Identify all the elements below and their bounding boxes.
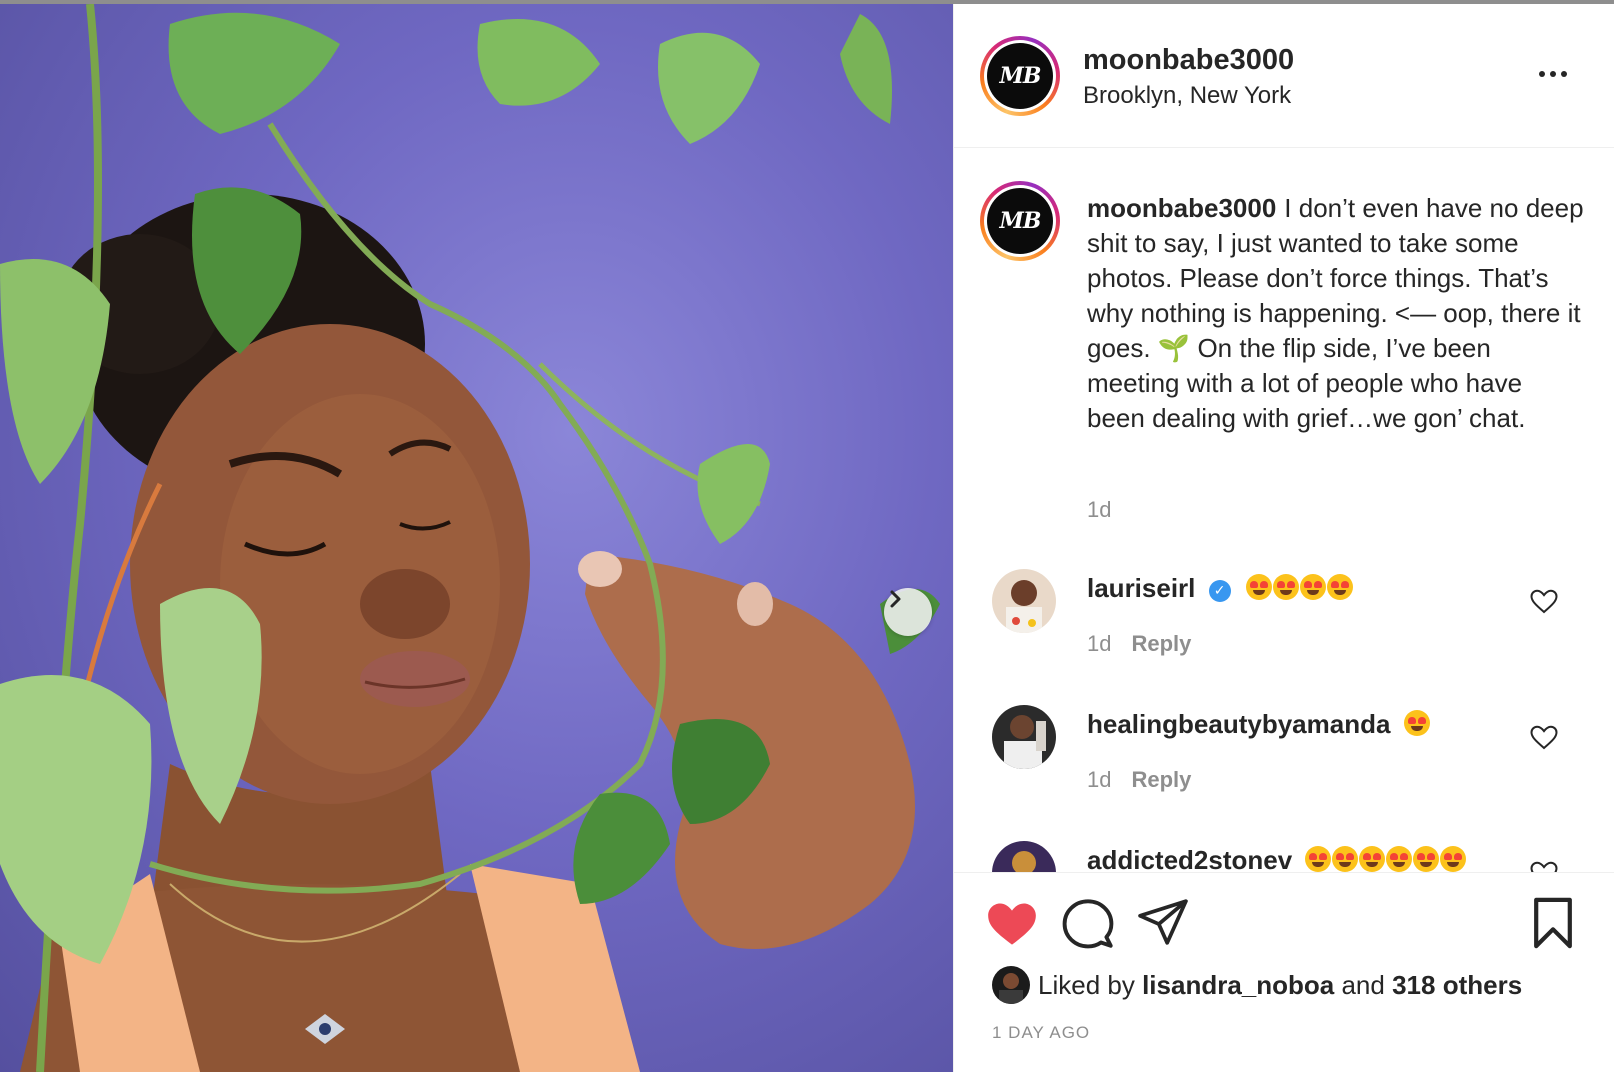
heart-outline-icon[interactable] (1529, 723, 1559, 753)
more-options-icon[interactable] (1533, 64, 1573, 84)
liked-by-prefix: Liked by (1038, 969, 1135, 1000)
liker-username[interactable]: lisandra_noboa (1142, 970, 1334, 1001)
post-side-panel: MB moonbabe3000 Brooklyn, New York MB mo… (953, 4, 1614, 1072)
heart-outline-icon[interactable] (1529, 587, 1559, 617)
liked-by-and: and (1341, 969, 1385, 1000)
next-photo-button[interactable] (884, 588, 932, 636)
chevron-right-icon (890, 590, 901, 608)
heart-filled-icon[interactable] (986, 899, 1038, 947)
comment-username[interactable]: healingbeautybyamanda (1087, 709, 1390, 739)
heart-eyes-emoji (1305, 845, 1467, 872)
post-photo[interactable] (0, 4, 953, 1072)
comment-timestamp[interactable]: 1d (1087, 767, 1111, 792)
author-username[interactable]: moonbabe3000 (1083, 44, 1294, 77)
reply-button[interactable]: Reply (1131, 631, 1191, 656)
paper-plane-icon[interactable] (1138, 899, 1188, 945)
comment-username[interactable]: addicted2stonev (1087, 845, 1292, 872)
caption-avatar-ring[interactable]: MB (980, 181, 1060, 261)
comment-timestamp[interactable]: 1d (1087, 631, 1111, 656)
heart-eyes-emoji (1245, 573, 1354, 603)
verified-badge-icon: ✓ (1208, 579, 1231, 602)
reply-button[interactable]: Reply (1131, 767, 1191, 792)
comments-scroll-area[interactable]: MB moonbabe3000 I don’t even have no deep… (954, 149, 1614, 872)
photo-illustration (0, 4, 940, 1072)
author-avatar: MB (987, 43, 1053, 109)
likes-others-count[interactable]: 318 others (1392, 970, 1522, 1001)
likes-summary: Liked by lisandra_noboa and 318 others (992, 965, 1522, 1005)
heart-eyes-emoji (1403, 709, 1431, 739)
commenter-avatar[interactable] (992, 841, 1056, 872)
bookmark-icon[interactable] (1532, 897, 1574, 949)
post-caption: moonbabe3000 I don’t even have no deep sh… (1087, 191, 1587, 436)
post-location[interactable]: Brooklyn, New York (1083, 82, 1291, 110)
comment-bubble-icon[interactable] (1062, 897, 1114, 949)
comment-item: healingbeautybyamanda 1d Reply (954, 705, 1614, 815)
caption-avatar: MB (987, 188, 1053, 254)
post-timestamp[interactable]: 1 DAY AGO (992, 1023, 1090, 1043)
liker-avatar[interactable] (992, 966, 1030, 1004)
commenter-avatar[interactable] (992, 569, 1056, 633)
sprout-icon: 🌱 (1157, 333, 1191, 363)
post-actions-footer: Liked by lisandra_noboa and 318 others 1… (954, 872, 1614, 1072)
commenter-avatar[interactable] (992, 705, 1056, 769)
comment-username[interactable]: lauriseirl (1087, 573, 1195, 603)
caption-timestamp[interactable]: 1d (1087, 497, 1111, 523)
caption-username[interactable]: moonbabe3000 (1087, 193, 1276, 223)
comment-item: lauriseirl ✓ 1d Reply (954, 569, 1614, 679)
heart-outline-icon[interactable] (1529, 859, 1559, 872)
caption-text-continued: On the flip side, I’ve been meeting with… (1087, 333, 1526, 433)
comment-item: addicted2stonev (954, 841, 1614, 872)
story-ring[interactable]: MB (980, 36, 1060, 116)
post-header: MB moonbabe3000 Brooklyn, New York (954, 4, 1614, 148)
